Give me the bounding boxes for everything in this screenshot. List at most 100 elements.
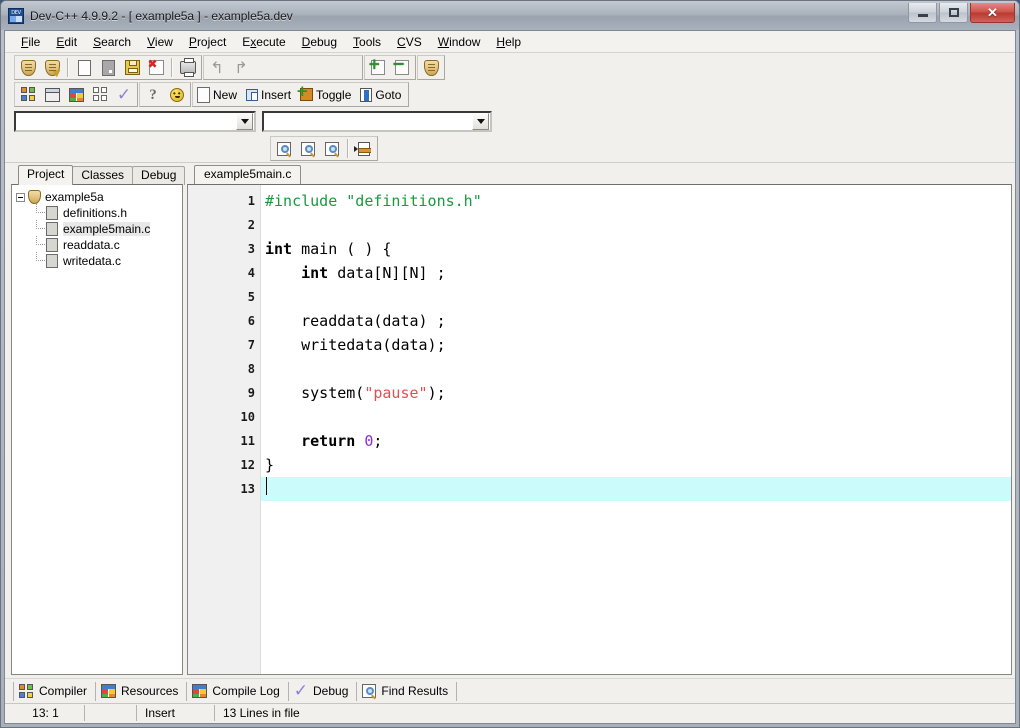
maximize-button[interactable] xyxy=(939,3,968,23)
tab-classes[interactable]: Classes xyxy=(72,166,134,185)
replace-button[interactable] xyxy=(320,137,344,160)
file-icon xyxy=(46,206,58,220)
find-next-button[interactable] xyxy=(296,137,320,160)
menu-help[interactable]: Help xyxy=(488,33,529,51)
status-modified xyxy=(85,705,137,721)
new-file-button[interactable] xyxy=(72,56,96,79)
save-all-button[interactable] xyxy=(144,56,168,79)
tab-resources[interactable]: Resources xyxy=(96,681,188,701)
code-editor[interactable]: 1 2 3 4 5 6 7 8 9 10 11 12 13 #include "… xyxy=(187,184,1012,675)
menu-window[interactable]: Window xyxy=(430,33,489,51)
new-project-button[interactable] xyxy=(16,56,40,79)
code-line[interactable]: writedata(data); xyxy=(261,333,1011,357)
tab-project[interactable]: Project xyxy=(18,165,74,185)
tree-row-root[interactable]: example5a xyxy=(16,189,180,205)
line-number: 3 xyxy=(247,242,255,256)
open-file-button[interactable] xyxy=(96,56,120,79)
about-button[interactable] xyxy=(165,83,189,106)
code-line-current[interactable] xyxy=(261,477,1011,501)
class-browser-combo[interactable] xyxy=(14,111,256,132)
status-insert-mode: Insert xyxy=(137,705,215,721)
tab-debug[interactable]: Debug xyxy=(132,166,186,185)
save-file-button[interactable] xyxy=(120,56,144,79)
tree-row[interactable]: example5main.c xyxy=(16,220,180,237)
about-icon xyxy=(170,87,184,102)
undo-button[interactable]: ↰ xyxy=(205,56,229,79)
menu-cvs[interactable]: CVS xyxy=(389,33,430,51)
goto-line-button[interactable] xyxy=(352,137,376,160)
collapse-icon[interactable] xyxy=(16,192,25,202)
project-options-button[interactable] xyxy=(419,56,443,79)
open-project-icon xyxy=(44,59,63,77)
syntax-check-button[interactable]: ✓ xyxy=(112,83,136,106)
menu-search[interactable]: Search xyxy=(85,33,139,51)
close-button[interactable]: ✕ xyxy=(970,3,1015,23)
print-button[interactable] xyxy=(176,56,200,79)
add-to-project-button[interactable] xyxy=(366,56,390,79)
open-project-button[interactable] xyxy=(40,56,64,79)
tree-item-label: readdata.c xyxy=(63,238,120,252)
menu-project[interactable]: Project xyxy=(181,33,234,51)
code-line[interactable]: return 0; xyxy=(261,429,1011,453)
tree-item-label: definitions.h xyxy=(63,206,128,220)
menu-edit[interactable]: Edit xyxy=(48,33,85,51)
toggle-bookmark-button[interactable]: Toggle xyxy=(296,83,357,106)
tab-compiler[interactable]: Compiler xyxy=(13,681,97,701)
code-line[interactable]: readdata(data) ; xyxy=(261,309,1011,333)
menu-view[interactable]: View xyxy=(139,33,181,51)
line-number-gutter: 1 2 3 4 5 6 7 8 9 10 11 12 13 xyxy=(188,185,261,674)
run-icon xyxy=(44,87,60,102)
code-line[interactable] xyxy=(261,357,1011,381)
menu-file[interactable]: File xyxy=(13,33,48,51)
function-combo[interactable] xyxy=(262,111,492,132)
help-button[interactable]: ? xyxy=(141,83,165,106)
compile-toolbar: ✓ xyxy=(14,82,138,107)
code-line[interactable]: int main ( ) { xyxy=(261,237,1011,261)
title-bar: Dev-C++ 4.9.9.2 - [ example5a ] - exampl… xyxy=(1,1,1019,30)
chevron-down-icon[interactable] xyxy=(236,113,253,130)
chevron-down-icon[interactable] xyxy=(472,113,489,130)
code-line[interactable]: #include "definitions.h" xyxy=(261,189,1011,213)
tab-debug-bottom[interactable]: ✓ Debug xyxy=(289,681,358,701)
insert-button[interactable]: Insert xyxy=(243,83,297,106)
code-text-area[interactable]: #include "definitions.h" int main ( ) { … xyxy=(261,185,1011,674)
tree-row[interactable]: definitions.h xyxy=(16,204,180,221)
find-next-icon xyxy=(301,141,315,157)
tree-row[interactable]: writedata.c xyxy=(16,252,180,269)
find-button[interactable] xyxy=(272,137,296,160)
tab-compile-log[interactable]: Compile Log xyxy=(187,681,289,701)
help-toolbar: ? xyxy=(139,82,191,107)
compile-and-run-button[interactable] xyxy=(64,83,88,106)
tree-row[interactable]: readdata.c xyxy=(16,236,180,253)
tab-example5main-c[interactable]: example5main.c xyxy=(194,165,302,185)
code-line[interactable] xyxy=(261,405,1011,429)
compile-button[interactable] xyxy=(16,83,40,106)
code-line[interactable]: system("pause"); xyxy=(261,381,1011,405)
rebuild-all-button[interactable] xyxy=(88,83,112,106)
minimize-button[interactable] xyxy=(908,3,937,23)
tab-find-results-label: Find Results xyxy=(381,684,449,698)
print-icon xyxy=(180,58,196,77)
project-options-toolbar xyxy=(417,55,445,80)
goto-button[interactable]: Goto xyxy=(357,83,407,106)
code-line[interactable] xyxy=(261,213,1011,237)
tree-root-label: example5a xyxy=(45,190,104,204)
run-button[interactable] xyxy=(40,83,64,106)
remove-from-project-button[interactable] xyxy=(390,56,414,79)
new-bookmark-button[interactable]: New xyxy=(194,83,243,106)
editor-panel: example5main.c 1 2 3 4 5 6 7 8 9 10 11 1… xyxy=(187,165,1012,675)
code-line[interactable] xyxy=(261,285,1011,309)
line-number: 9 xyxy=(247,386,255,400)
project-options-icon xyxy=(423,59,439,76)
project-toolbar xyxy=(364,55,416,80)
redo-button[interactable]: ↱ xyxy=(229,56,253,79)
tab-resources-label: Resources xyxy=(121,684,179,698)
code-token-number: 0 xyxy=(364,432,374,450)
tab-find-results[interactable]: Find Results xyxy=(357,681,458,701)
menu-debug[interactable]: Debug xyxy=(294,33,345,51)
menu-tools[interactable]: Tools xyxy=(345,33,389,51)
menu-execute[interactable]: Execute xyxy=(234,33,293,51)
code-line[interactable]: } xyxy=(261,453,1011,477)
project-tree[interactable]: example5a definitions.h example5main.c r… xyxy=(11,184,183,675)
code-line[interactable]: int data[N][N] ; xyxy=(261,261,1011,285)
